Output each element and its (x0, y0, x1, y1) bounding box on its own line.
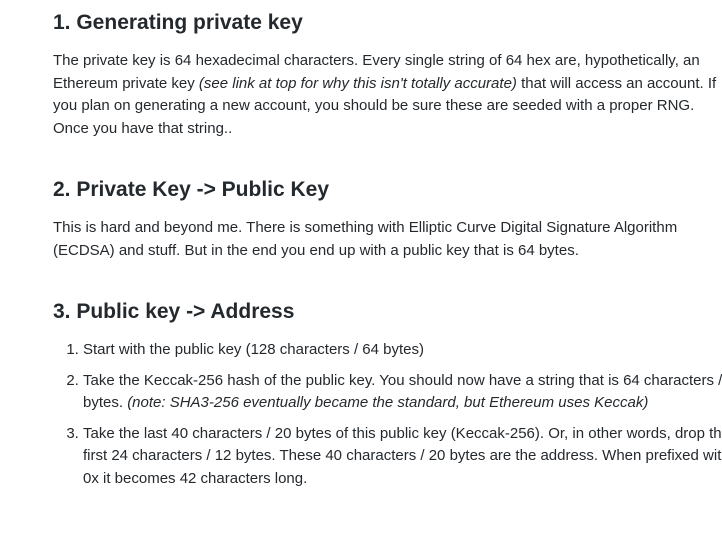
paragraph-italic-note: (see link at top for why this isn't tota… (198, 74, 517, 92)
list-item-italic-note: (note: SHA3-256 eventually became the st… (127, 394, 649, 412)
section-heading-private-to-public: 2. Private Key -> Public Key (53, 178, 330, 201)
list-item-text: Start with the public key (128 character… (83, 341, 424, 358)
section-heading-public-to-address: 3. Public key -> Address (53, 300, 295, 323)
list-item: Start with the public key (128 character… (83, 339, 722, 362)
address-steps-list: Start with the public key (128 character… (53, 339, 722, 499)
section-paragraph-public-key: This is hard and beyond me. There is som… (53, 219, 678, 259)
list-item: Take the Keccak-256 hash of the public k… (83, 370, 722, 415)
section-heading-generating-private-key: 1. Generating private key (53, 11, 303, 34)
section-paragraph-private-key: The private key is 64 hexadecimal charac… (53, 50, 717, 140)
list-item: Take the last 40 characters / 20 bytes o… (83, 423, 722, 491)
list-item-text: Take the last 40 characters / 20 bytes o… (83, 424, 722, 487)
